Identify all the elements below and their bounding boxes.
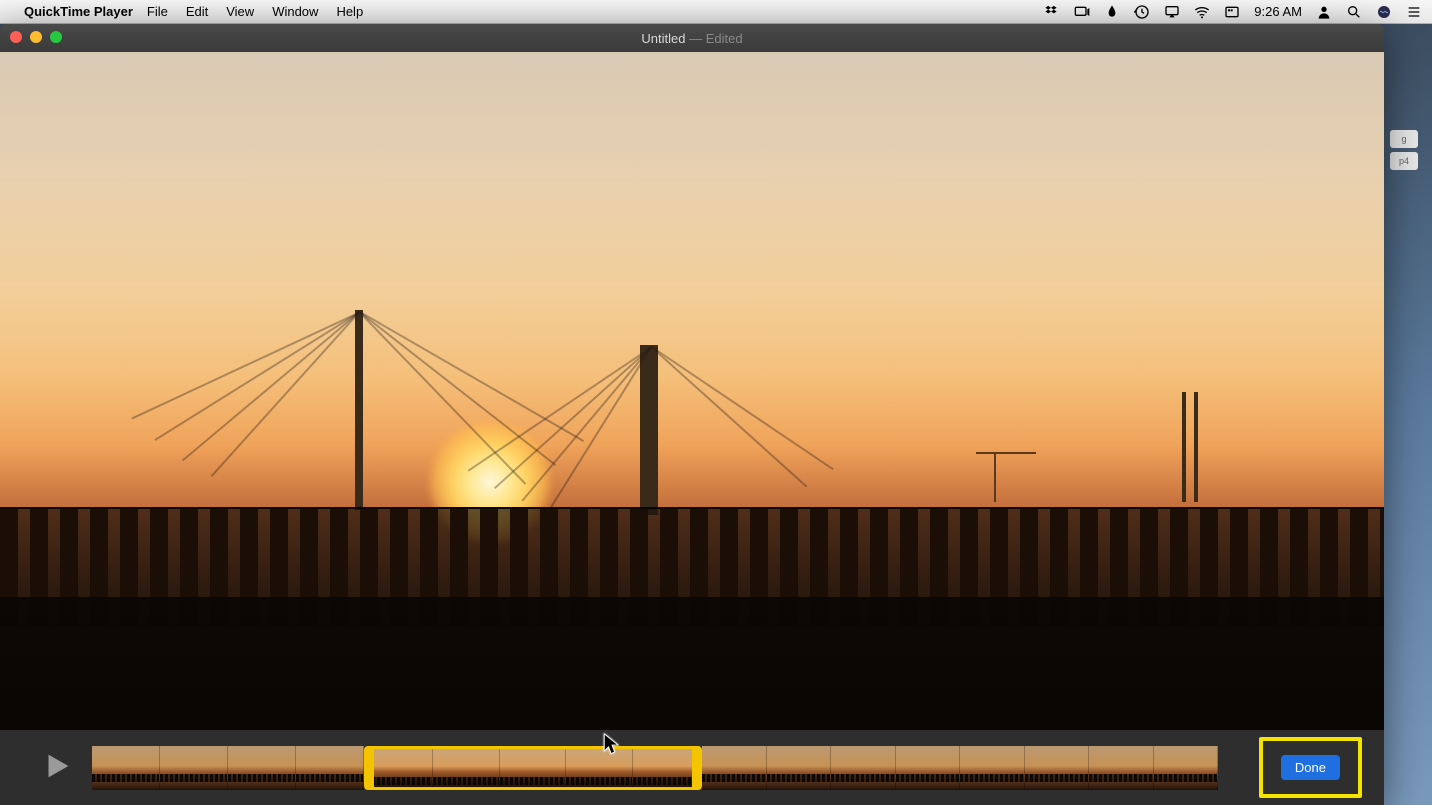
timeline-thumbnail: [367, 749, 433, 787]
desktop-file[interactable]: g: [1390, 130, 1418, 148]
video-content-smokestack: [1194, 392, 1198, 502]
timeline-thumbnail: [433, 749, 499, 787]
video-content-bridge-deck: [0, 507, 1384, 627]
video-content-crane: [994, 452, 1034, 502]
app-name[interactable]: QuickTime Player: [24, 4, 133, 19]
timeline-thumbnail: [702, 746, 767, 790]
video-content-smokestack: [1182, 392, 1186, 502]
menu-file[interactable]: File: [147, 4, 168, 19]
menu-view[interactable]: View: [226, 4, 254, 19]
notification-center-icon[interactable]: [1406, 4, 1422, 20]
wifi-icon[interactable]: [1194, 4, 1210, 20]
backblaze-icon[interactable]: [1104, 4, 1120, 20]
airplay-icon[interactable]: [1164, 4, 1180, 20]
timeline-thumbnail: [1089, 746, 1154, 790]
menu-edit[interactable]: Edit: [186, 4, 208, 19]
dropbox-icon[interactable]: [1044, 4, 1060, 20]
timeline-thumbnail: [896, 746, 961, 790]
window-titlebar[interactable]: Untitled — Edited: [0, 24, 1384, 52]
quicktime-window: Untitled — Edited: [0, 24, 1384, 805]
menubar-clock[interactable]: 9:26 AM: [1254, 4, 1302, 19]
screen-record-icon[interactable]: [1074, 4, 1090, 20]
clip-segment[interactable]: [92, 746, 364, 790]
video-preview[interactable]: [0, 52, 1384, 730]
annotation-highlight: Done: [1259, 737, 1362, 798]
input-menu-icon[interactable]: [1224, 4, 1240, 20]
trim-handle-right[interactable]: [692, 749, 702, 787]
timeline-thumbnail: [767, 746, 832, 790]
timeline-thumbnail: [160, 746, 228, 790]
timemachine-icon[interactable]: [1134, 4, 1150, 20]
video-content-pylon: [640, 345, 658, 515]
trim-toolbar: Done: [0, 730, 1384, 805]
timeline-thumbnail: [228, 746, 296, 790]
document-name: Untitled: [641, 31, 685, 46]
spotlight-icon[interactable]: [1346, 4, 1362, 20]
window-title: Untitled — Edited: [641, 31, 742, 46]
window-minimize-button[interactable]: [30, 31, 42, 43]
timeline-thumbnail: [633, 749, 699, 787]
trim-handle-left[interactable]: [364, 749, 374, 787]
done-button[interactable]: Done: [1281, 755, 1340, 780]
clip-timeline[interactable]: [92, 746, 1241, 790]
timeline-thumbnail: [500, 749, 566, 787]
menu-help[interactable]: Help: [336, 4, 363, 19]
timeline-thumbnail: [1154, 746, 1219, 790]
timeline-thumbnail: [296, 746, 364, 790]
video-content-pylon: [355, 310, 363, 510]
timeline-thumbnail: [566, 749, 632, 787]
timeline-thumbnail: [960, 746, 1025, 790]
desktop-file-icons: g p4: [1390, 130, 1418, 170]
siri-icon[interactable]: [1376, 4, 1392, 20]
menubar-tray: 9:26 AM: [1044, 4, 1422, 20]
user-icon[interactable]: [1316, 4, 1332, 20]
clip-segment-selected[interactable]: [364, 746, 702, 790]
document-edited-suffix: — Edited: [685, 31, 742, 46]
window-zoom-button[interactable]: [50, 31, 62, 43]
window-traffic-lights: [10, 31, 62, 43]
window-close-button[interactable]: [10, 31, 22, 43]
timeline-thumbnail: [1025, 746, 1090, 790]
timeline-thumbnail: [831, 746, 896, 790]
menu-window[interactable]: Window: [272, 4, 318, 19]
play-button[interactable]: [40, 749, 74, 786]
desktop-file[interactable]: p4: [1390, 152, 1418, 170]
macos-menubar: QuickTime Player File Edit View Window H…: [0, 0, 1432, 24]
clip-segment[interactable]: [702, 746, 1218, 790]
timeline-thumbnail: [92, 746, 160, 790]
